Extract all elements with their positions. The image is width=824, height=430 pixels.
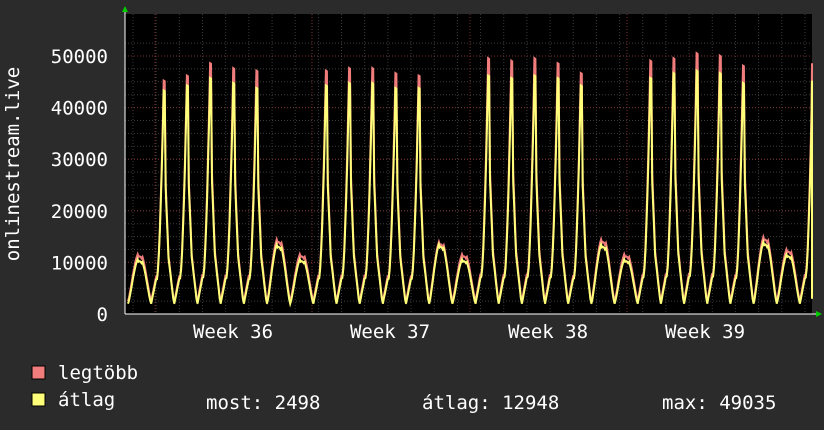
x-tick-label: Week 37 [350, 321, 430, 343]
legend-label: átlag [58, 389, 115, 411]
stat-atlag: átlag: 12948 [422, 392, 559, 414]
y-tick-label: 30000 [51, 149, 108, 171]
legend-swatch [31, 365, 46, 380]
legend-swatch [31, 392, 46, 407]
x-tick-label: Week 38 [508, 321, 588, 343]
y-tick-label: 10000 [51, 252, 108, 274]
y-tick-label: 0 [97, 304, 108, 326]
x-tick-label: Week 39 [665, 321, 745, 343]
chart-svg: 0 10000 20000 30000 40000 50000 Week 36 Week 37… [2, 6, 822, 414]
stat-most: most: 2498 [206, 392, 320, 414]
y-tick-label: 50000 [51, 46, 108, 68]
stat-max: max: 49035 [662, 392, 776, 414]
x-axis-arrow [816, 311, 822, 317]
x-tick-label: Week 36 [193, 321, 273, 343]
y-tick-label: 20000 [51, 201, 108, 223]
chart-area: 0 10000 20000 30000 40000 50000 Week 36 Week 37… [0, 0, 824, 430]
y-tick-label: 40000 [51, 98, 108, 120]
y-axis-label: onlinestream.live [2, 67, 24, 261]
legend-label: legtöbb [58, 362, 138, 384]
y-axis-arrow [122, 6, 128, 12]
